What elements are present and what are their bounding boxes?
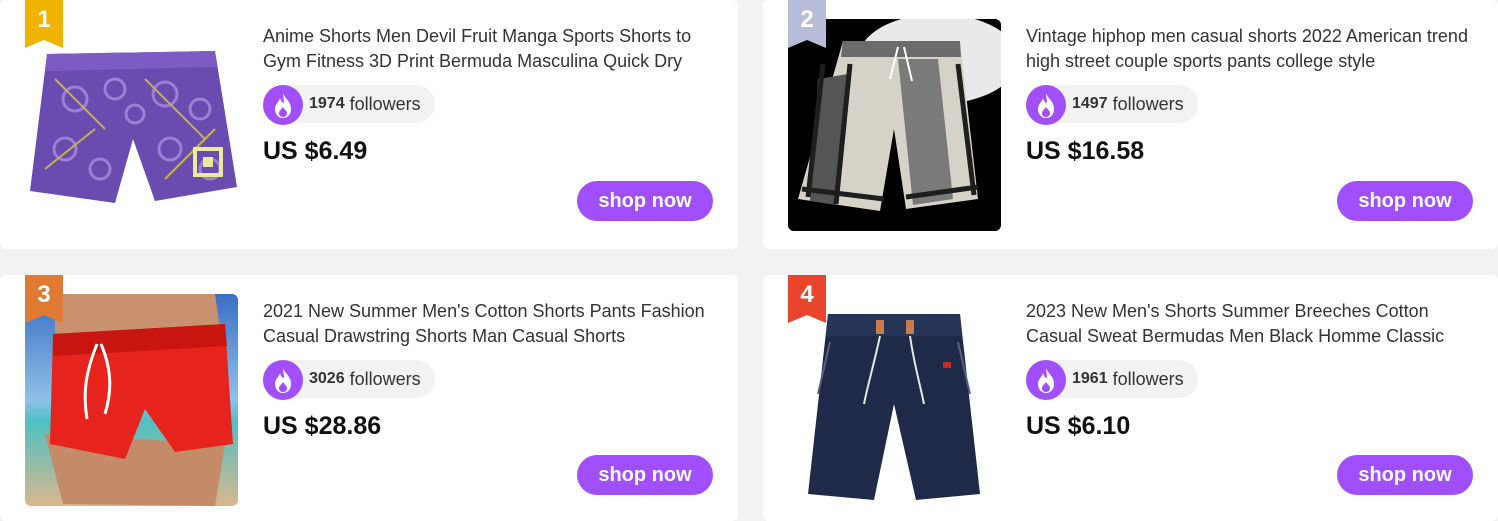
followers-label: followers <box>349 368 421 389</box>
followers-label: followers <box>349 93 421 114</box>
product-price: US $6.49 <box>263 137 368 165</box>
product-price: US $28.86 <box>263 412 382 440</box>
product-card[interactable]: 4 2023 New Men's Shorts Summer Breeches … <box>763 275 1498 521</box>
product-price: US $6.10 <box>1026 412 1131 440</box>
product-grid: 1 Anime Shorts Men Devil Fruit Manga Spo… <box>0 0 1498 521</box>
product-image[interactable] <box>25 19 238 231</box>
rank-badge: 4 <box>788 275 826 323</box>
followers-badge: 1974 followers <box>263 85 435 125</box>
shop-now-button[interactable]: shop now <box>577 455 713 495</box>
followers-count: 1974 <box>309 95 345 112</box>
followers-badge: 3026 followers <box>263 360 435 400</box>
fire-icon <box>263 85 303 125</box>
product-card[interactable]: 3 2021 New Summer Men's Cotton Shorts Pa… <box>0 275 738 521</box>
followers-count: 1497 <box>1072 95 1108 112</box>
followers-badge: 1497 followers <box>1026 85 1198 125</box>
product-card[interactable]: 1 Anime Shorts Men Devil Fruit Manga Spo… <box>0 0 738 249</box>
followers-count: 1961 <box>1072 370 1108 387</box>
product-title[interactable]: Anime Shorts Men Devil Fruit Manga Sport… <box>263 24 723 74</box>
shop-now-button[interactable]: shop now <box>577 181 713 221</box>
product-price: US $16.58 <box>1026 137 1145 165</box>
followers-badge: 1961 followers <box>1026 360 1198 400</box>
purple-shorts-image <box>25 19 238 231</box>
product-image[interactable] <box>25 294 238 506</box>
red-shorts-image <box>25 294 238 506</box>
followers-count: 3026 <box>309 370 345 387</box>
product-card[interactable]: 2 Vintage hiphop men casual shorts 2022 … <box>763 0 1498 249</box>
shop-now-button[interactable]: shop now <box>1337 455 1473 495</box>
grey-shorts-image <box>788 19 1001 231</box>
fire-icon <box>1026 85 1066 125</box>
navy-shorts-image <box>788 294 1001 506</box>
rank-badge: 3 <box>25 275 63 323</box>
product-image[interactable] <box>788 19 1001 231</box>
rank-badge: 1 <box>25 0 63 48</box>
product-image[interactable] <box>788 294 1001 506</box>
fire-icon <box>1026 360 1066 400</box>
followers-label: followers <box>1112 93 1184 114</box>
fire-icon <box>263 360 303 400</box>
followers-label: followers <box>1112 368 1184 389</box>
shop-now-button[interactable]: shop now <box>1337 181 1473 221</box>
product-title[interactable]: 2021 New Summer Men's Cotton Shorts Pant… <box>263 299 723 349</box>
product-title[interactable]: Vintage hiphop men casual shorts 2022 Am… <box>1026 24 1486 74</box>
product-title[interactable]: 2023 New Men's Shorts Summer Breeches Co… <box>1026 299 1486 349</box>
rank-badge: 2 <box>788 0 826 48</box>
